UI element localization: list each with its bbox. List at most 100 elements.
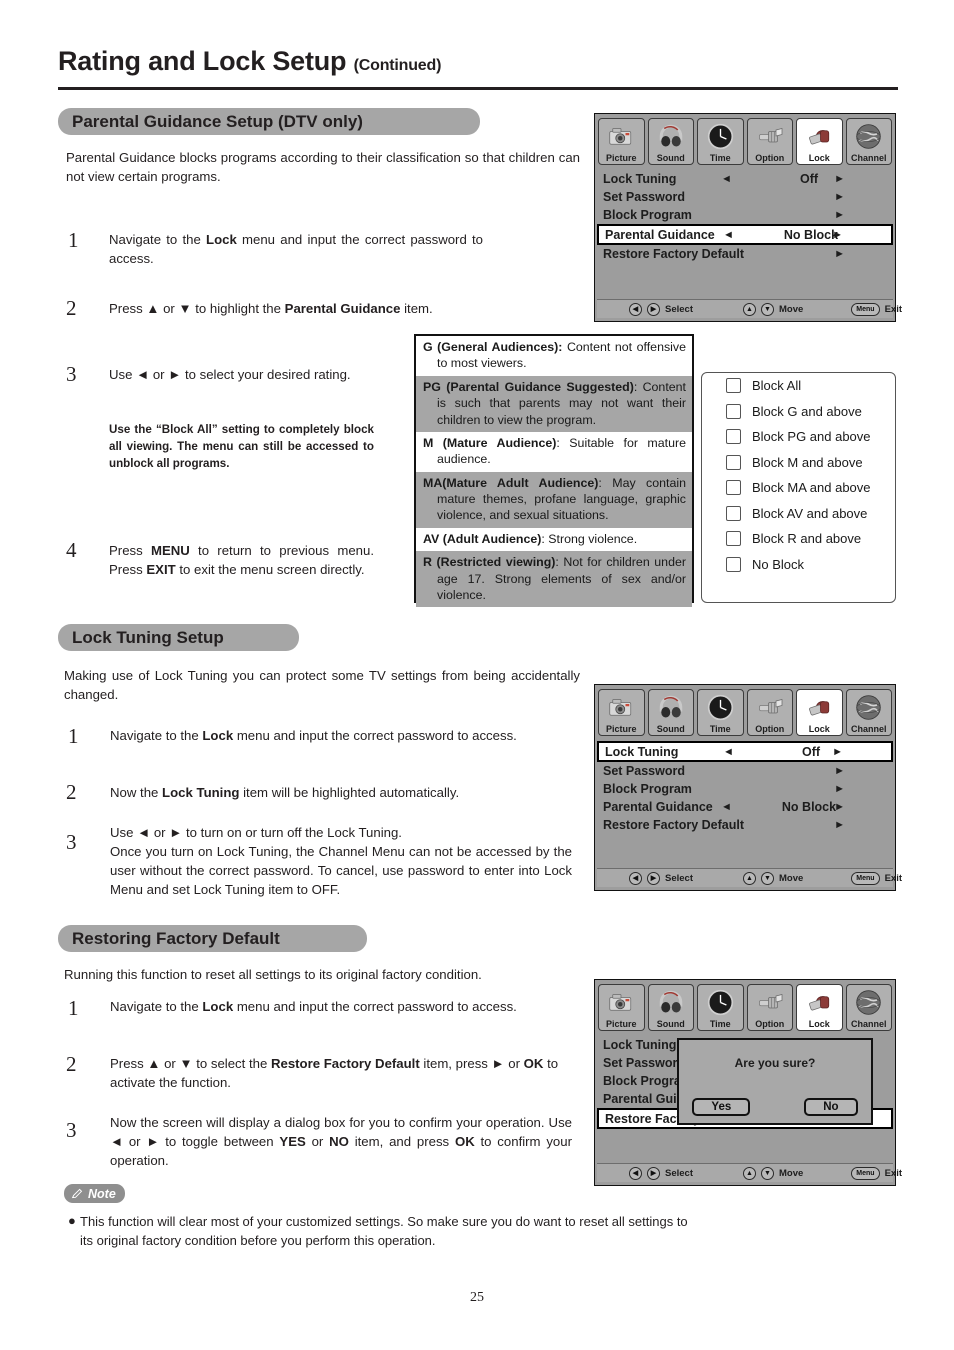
connector-icon bbox=[748, 121, 793, 151]
block-option-label: Block All bbox=[752, 378, 802, 394]
note-badge: Note bbox=[64, 1184, 125, 1203]
block-option-label: Block R and above bbox=[752, 531, 862, 547]
osd-tab-label: Time bbox=[709, 724, 731, 734]
section-heading-restore: Restoring Factory Default bbox=[58, 925, 367, 952]
checkbox-icon[interactable] bbox=[726, 429, 741, 445]
left-arrow-icon[interactable]: ◄ bbox=[721, 173, 732, 185]
osd-menu-item[interactable]: Parental Guidance ◄ No Block ► bbox=[597, 224, 893, 245]
headphones-icon bbox=[649, 987, 694, 1017]
confirm-no-button[interactable]: No bbox=[804, 1098, 858, 1116]
block-option-label: Block G and above bbox=[752, 403, 862, 419]
left-arrow-icon[interactable]: ◄ bbox=[723, 229, 734, 241]
connector-icon bbox=[748, 987, 793, 1017]
camera-icon bbox=[599, 121, 644, 151]
lock-step-3-text: Use ◄ or ► to turn on or turn off the Lo… bbox=[110, 825, 572, 898]
checkbox-icon[interactable] bbox=[726, 531, 741, 547]
osd-tab-picture[interactable]: Picture bbox=[598, 984, 645, 1031]
osd-menu-item[interactable]: Block Program ► bbox=[597, 206, 893, 224]
osd-menu-item-label: Block Program bbox=[603, 782, 692, 796]
checkbox-icon[interactable] bbox=[726, 480, 741, 496]
block-option-item[interactable]: Block M and above bbox=[702, 450, 895, 476]
checkbox-icon[interactable] bbox=[726, 556, 741, 572]
right-arrow-icon[interactable]: ► bbox=[832, 746, 843, 758]
note-text: This function will clear most of your cu… bbox=[80, 1214, 688, 1248]
parental-step-2-text: Press ▲ or ▼ to highlight the Parental G… bbox=[109, 301, 433, 316]
osd-footer-bar: ◀ ▶ Select ▲ ▼ Move Menu Exit bbox=[597, 868, 902, 887]
block-option-item[interactable]: Block R and above bbox=[702, 526, 895, 552]
right-arrow-icon[interactable]: ► bbox=[834, 783, 845, 795]
parental-step-4-number: 4 bbox=[66, 538, 77, 562]
osd-tab-label: Option bbox=[755, 724, 785, 734]
parental-step-4-text: Press MENU to return to previous menu. P… bbox=[109, 543, 375, 578]
right-arrow-icon[interactable]: ► bbox=[834, 819, 845, 831]
left-arrow-icon[interactable]: ◄ bbox=[723, 746, 734, 758]
block-option-label: Block MA and above bbox=[752, 480, 871, 496]
right-arrow-icon[interactable]: ► bbox=[834, 765, 845, 777]
section-heading-lock-tuning-label: Lock Tuning Setup bbox=[72, 627, 224, 647]
osd-footer-move: ▲ ▼ Move bbox=[743, 1166, 803, 1180]
right-arrow-icon[interactable]: ► bbox=[834, 248, 845, 260]
right-arrow-icon[interactable]: ► bbox=[834, 173, 845, 185]
osd-footer-select-label: Select bbox=[665, 303, 693, 315]
osd-tab-option[interactable]: Option bbox=[746, 984, 793, 1031]
block-option-label: Block M and above bbox=[752, 454, 863, 470]
osd-tab-lock[interactable]: Lock bbox=[796, 984, 843, 1031]
rating-definition-row: AV (Adult Audience): Strong violence. bbox=[423, 531, 638, 546]
block-option-item[interactable]: Block AV and above bbox=[702, 501, 895, 527]
osd-tab-option[interactable]: Option bbox=[746, 689, 793, 736]
osd-footer-select-label: Select bbox=[665, 1167, 693, 1179]
osd-menu-item[interactable]: Lock Tuning ◄ Off ► bbox=[597, 170, 893, 188]
parental-step-1-text: Navigate to the Lock menu and input the … bbox=[109, 232, 483, 267]
osd-menu-item[interactable]: Restore Factory Default ► bbox=[597, 245, 893, 263]
osd-tab-time[interactable]: Time bbox=[697, 984, 744, 1031]
right-arrow-icon[interactable]: ► bbox=[834, 209, 845, 221]
block-option-item[interactable]: Block PG and above bbox=[702, 424, 895, 450]
right-arrow-icon[interactable]: ► bbox=[834, 191, 845, 203]
block-option-item[interactable]: Block G and above bbox=[702, 399, 895, 425]
confirm-yes-button[interactable]: Yes bbox=[692, 1098, 751, 1116]
headphones-icon bbox=[649, 121, 694, 151]
note-bullet: ● bbox=[68, 1213, 76, 1228]
page-header: Rating and Lock Setup (Continued) bbox=[58, 48, 898, 75]
block-option-item[interactable]: Block All bbox=[702, 373, 895, 399]
rating-definition-row: MA(Mature Adult Audience): May contain m… bbox=[416, 471, 692, 528]
osd-tab-channel[interactable]: Channel bbox=[845, 118, 892, 165]
osd-tab-picture[interactable]: Picture bbox=[598, 689, 645, 736]
osd-tab-channel[interactable]: Channel bbox=[845, 689, 892, 736]
checkbox-icon[interactable] bbox=[726, 403, 741, 419]
osd-tab-label: Channel bbox=[850, 724, 887, 734]
osd-tab-option[interactable]: Option bbox=[746, 118, 793, 165]
osd-menu-item[interactable]: Lock Tuning ◄ Off ► bbox=[597, 741, 893, 762]
checkbox-icon[interactable] bbox=[726, 378, 741, 394]
clock-icon bbox=[698, 692, 743, 722]
block-option-item[interactable]: No Block bbox=[702, 552, 895, 578]
right-arrow-icon[interactable]: ► bbox=[832, 229, 843, 241]
osd-tab-bar: Picture Sound Time Option Lock Channel bbox=[595, 114, 895, 165]
left-arrow-icon[interactable]: ◄ bbox=[721, 801, 732, 813]
checkbox-icon[interactable] bbox=[726, 505, 741, 521]
osd-menu-item-label: Parental Guidance bbox=[605, 227, 715, 242]
osd-menu-item[interactable]: Set Password ► bbox=[597, 762, 893, 780]
osd-menu-item[interactable]: Restore Factory Default ► bbox=[597, 816, 893, 834]
osd-tab-channel[interactable]: Channel bbox=[845, 984, 892, 1031]
osd-menu-item[interactable]: Set Password ► bbox=[597, 188, 893, 206]
osd-tab-lock[interactable]: Lock bbox=[796, 118, 843, 165]
rating-definition-row: R (Restricted viewing): Not for children… bbox=[416, 551, 692, 608]
osd-menu-item[interactable]: Block Program ► bbox=[597, 780, 893, 798]
osd-menu-item-label: Block Program bbox=[603, 208, 692, 222]
osd-menu-item[interactable]: Parental Guidance ◄ No Block ► bbox=[597, 798, 893, 816]
osd-tab-lock[interactable]: Lock bbox=[796, 689, 843, 736]
osd-tab-label: Picture bbox=[605, 1019, 637, 1029]
pencil-icon bbox=[71, 1188, 83, 1199]
block-option-item[interactable]: Block MA and above bbox=[702, 475, 895, 501]
right-arrow-icon[interactable]: ► bbox=[834, 801, 845, 813]
checkbox-icon[interactable] bbox=[726, 454, 741, 470]
osd-tab-time[interactable]: Time bbox=[697, 118, 744, 165]
osd-tab-sound[interactable]: Sound bbox=[647, 689, 694, 736]
osd-menu-item-label: Parental Guidance bbox=[603, 800, 713, 814]
osd-tab-sound[interactable]: Sound bbox=[647, 118, 694, 165]
section-heading-restore-label: Restoring Factory Default bbox=[72, 928, 280, 948]
osd-tab-sound[interactable]: Sound bbox=[647, 984, 694, 1031]
osd-tab-time[interactable]: Time bbox=[697, 689, 744, 736]
osd-tab-picture[interactable]: Picture bbox=[598, 118, 645, 165]
